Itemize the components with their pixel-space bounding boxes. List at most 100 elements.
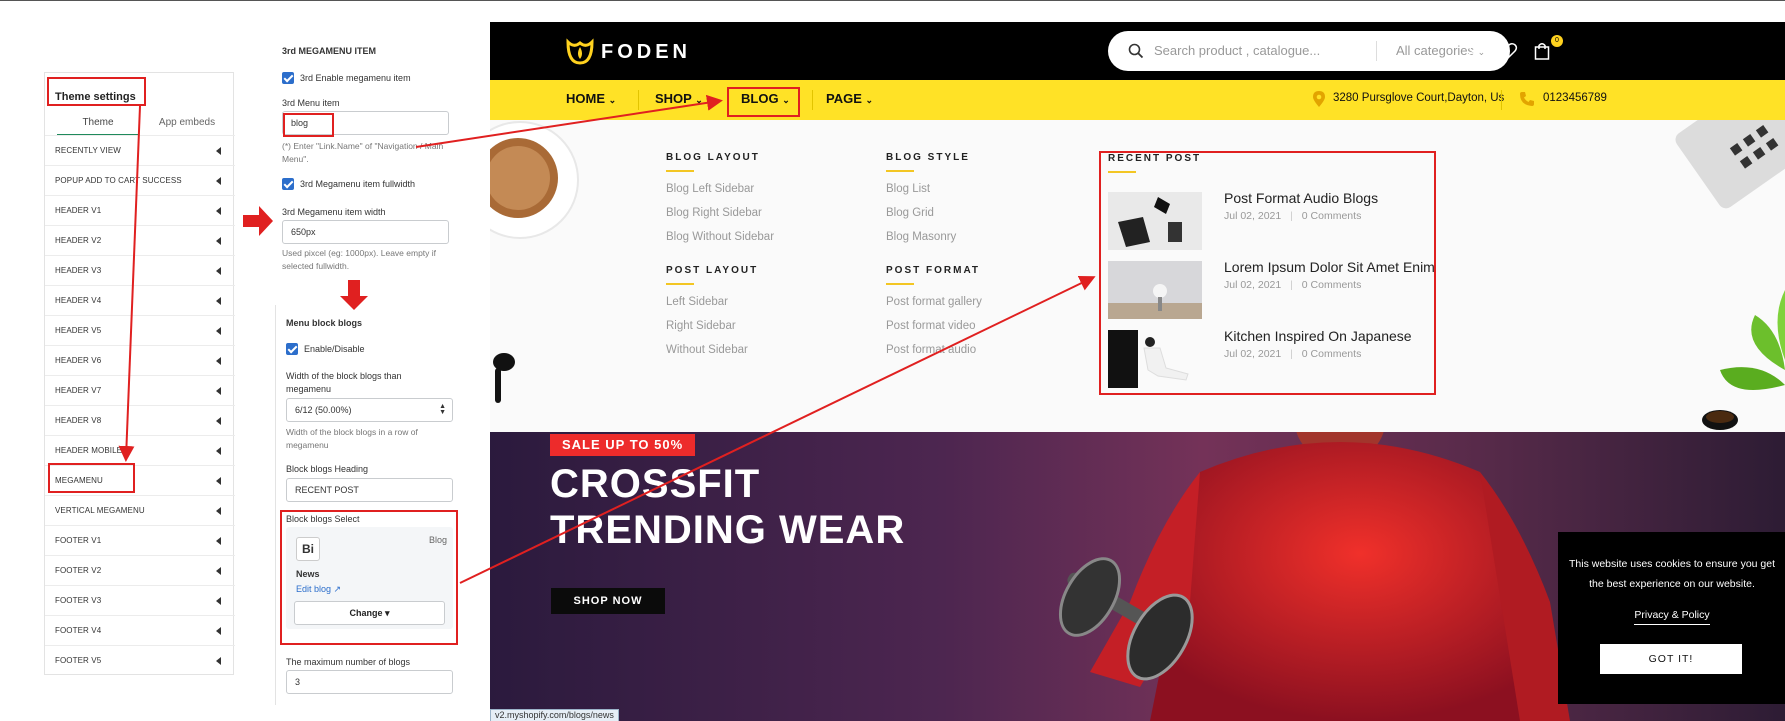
search-divider — [1376, 41, 1377, 61]
shop-now-button[interactable]: SHOP NOW — [551, 588, 665, 614]
sidebar-item-header-v7[interactable]: HEADER V7 — [45, 375, 235, 405]
sidebar-list: RECENTLY VIEW POPUP ADD TO CART SUCCESS HE… — [45, 135, 235, 675]
account-icon[interactable] — [1464, 41, 1484, 61]
caret-left-icon — [216, 327, 221, 335]
earbuds-icon — [493, 353, 515, 403]
sidebar-item-label: FOOTER V4 — [55, 626, 102, 635]
link-blog-masonry[interactable]: Blog Masonry — [886, 231, 956, 243]
heading-underline — [666, 170, 694, 172]
heading-input[interactable]: RECENT POST — [286, 478, 453, 502]
sidebar-item-header-v4[interactable]: HEADER V4 — [45, 285, 235, 315]
chevron-down-icon: ⌄ — [865, 95, 874, 105]
post-format-heading: POST FORMAT — [886, 265, 981, 276]
sidebar-item-label: VERTICAL MEGAMENU — [55, 506, 145, 515]
search-bar[interactable]: Search product , catalogue... All catego… — [1108, 31, 1510, 71]
caret-left-icon — [216, 507, 221, 515]
caret-left-icon — [216, 657, 221, 665]
highlight-recent-post — [1099, 151, 1436, 395]
blog-style-heading: BLOG STYLE — [886, 152, 970, 163]
max-input[interactable]: 3 — [286, 670, 453, 694]
sidebar-item-footer-v3[interactable]: FOOTER V3 — [45, 585, 235, 615]
privacy-policy-link[interactable]: Privacy & Policy — [1558, 609, 1785, 625]
nav-separator — [812, 90, 813, 110]
tab-theme[interactable]: Theme — [57, 110, 139, 136]
sidebar-item-vertical-megamenu[interactable]: VERTICAL MEGAMENU — [45, 495, 235, 525]
top-divider — [0, 0, 1785, 1]
link-post-format-audio[interactable]: Post format audio — [886, 344, 976, 356]
fullwidth-label: 3rd Megamenu item fullwidth — [300, 179, 416, 189]
tab-app-embeds[interactable]: App embeds — [147, 110, 227, 136]
section-title: 3rd MEGAMENU ITEM — [282, 46, 377, 56]
laptop-icon — [1675, 120, 1785, 209]
athlete-image — [1058, 432, 1570, 721]
highlight-nav-blog — [727, 87, 800, 117]
sidebar-item-label: FOOTER V2 — [55, 566, 102, 575]
cookie-accept-button[interactable]: GOT IT! — [1600, 644, 1742, 674]
sidebar-item-header-v5[interactable]: HEADER V5 — [45, 315, 235, 345]
link-left-sidebar[interactable]: Left Sidebar — [666, 296, 728, 308]
enable-disable-checkbox[interactable] — [286, 343, 298, 355]
sidebar-item-header-v2[interactable]: HEADER V2 — [45, 225, 235, 255]
link-without-sidebar[interactable]: Without Sidebar — [666, 344, 748, 356]
link-blog-right-sidebar[interactable]: Blog Right Sidebar — [666, 207, 762, 219]
link-blog-left-sidebar[interactable]: Blog Left Sidebar — [666, 183, 754, 195]
block-width-value: 6/12 (50.00%) — [295, 405, 352, 415]
nav-shop[interactable]: SHOP ⌄ — [655, 80, 703, 120]
search-input[interactable]: Search product , catalogue... — [1154, 43, 1320, 58]
sidebar-item-label: HEADER V1 — [55, 206, 102, 215]
sale-badge: SALE UP TO 50% — [550, 434, 696, 456]
caret-left-icon — [216, 297, 221, 305]
sidebar-item-label: HEADER V4 — [55, 296, 102, 305]
logo[interactable]: FODEN — [565, 36, 687, 66]
post-layout-heading: POST LAYOUT — [666, 265, 759, 276]
highlight-block-blogs — [280, 510, 458, 645]
enable-megamenu-label: 3rd Enable megamenu item — [300, 73, 411, 83]
chevron-down-icon: ⌄ — [695, 95, 703, 105]
sidebar-item-footer-v1[interactable]: FOOTER V1 — [45, 525, 235, 555]
location-pin-icon — [1313, 91, 1325, 107]
link-blog-without-sidebar[interactable]: Blog Without Sidebar — [666, 231, 774, 243]
sidebar-item-label: FOOTER V3 — [55, 596, 102, 605]
link-blog-list[interactable]: Blog List — [886, 183, 930, 195]
sidebar-item-footer-v4[interactable]: FOOTER V4 — [45, 615, 235, 645]
hero-banner: SALE UP TO 50% CROSSFIT TRENDING WEAR SH… — [490, 432, 1785, 721]
sidebar-item-label: HEADER V7 — [55, 386, 102, 395]
sidebar-item-header-v1[interactable]: HEADER V1 — [45, 195, 235, 225]
width-input[interactable]: 650px — [282, 220, 449, 244]
block-width-help: Width of the block blogs in a row of meg… — [286, 427, 418, 450]
block-width-select[interactable]: 6/12 (50.00%) ▲ ▼ — [286, 398, 453, 422]
link-blog-grid[interactable]: Blog Grid — [886, 207, 934, 219]
cookie-message: This website uses cookies to ensure you … — [1568, 558, 1776, 590]
status-bar-url: v2.myshopify.com/blogs/news — [490, 709, 619, 721]
sidebar-item-popup-add-to-cart-success[interactable]: POPUP ADD TO CART SUCCESS — [45, 165, 235, 195]
link-post-format-video[interactable]: Post format video — [886, 320, 975, 332]
sidebar-item-header-mobile[interactable]: HEADER MOBILE — [45, 435, 235, 465]
enable-megamenu-checkbox[interactable] — [282, 72, 294, 84]
sidebar-item-recently-view[interactable]: RECENTLY VIEW — [45, 135, 235, 165]
link-post-format-gallery[interactable]: Post format gallery — [886, 296, 982, 308]
nav-separator — [638, 90, 639, 110]
sidebar-item-label: HEADER V2 — [55, 236, 102, 245]
caret-left-icon — [216, 177, 221, 185]
logo-text: FODEN — [601, 41, 691, 63]
site-header: FODEN Search product , catalogue... All … — [490, 22, 1785, 80]
highlight-theme-settings — [47, 77, 146, 106]
caret-left-icon — [216, 417, 221, 425]
sidebar-item-footer-v2[interactable]: FOOTER V2 — [45, 555, 235, 585]
sidebar-item-header-v6[interactable]: HEADER V6 — [45, 345, 235, 375]
fullwidth-checkbox[interactable] — [282, 178, 294, 190]
caret-left-icon — [216, 477, 221, 485]
enable-disable-label: Enable/Disable — [304, 344, 365, 354]
sidebar-item-header-v3[interactable]: HEADER V3 — [45, 255, 235, 285]
nav-page[interactable]: PAGE ⌄ — [826, 80, 873, 120]
wishlist-icon[interactable] — [1498, 41, 1518, 61]
heading-underline — [886, 283, 914, 285]
phone-icon — [1520, 92, 1534, 106]
sidebar-item-header-v8[interactable]: HEADER V8 — [45, 405, 235, 435]
nav-home[interactable]: HOME ⌄ — [566, 80, 616, 120]
sidebar-item-footer-v5[interactable]: FOOTER V5 — [45, 645, 235, 675]
link-right-sidebar[interactable]: Right Sidebar — [666, 320, 736, 332]
chevron-down-icon: ⌄ — [608, 95, 617, 105]
cart-icon[interactable] — [1532, 41, 1552, 61]
heading-label: Block blogs Heading — [286, 464, 369, 474]
